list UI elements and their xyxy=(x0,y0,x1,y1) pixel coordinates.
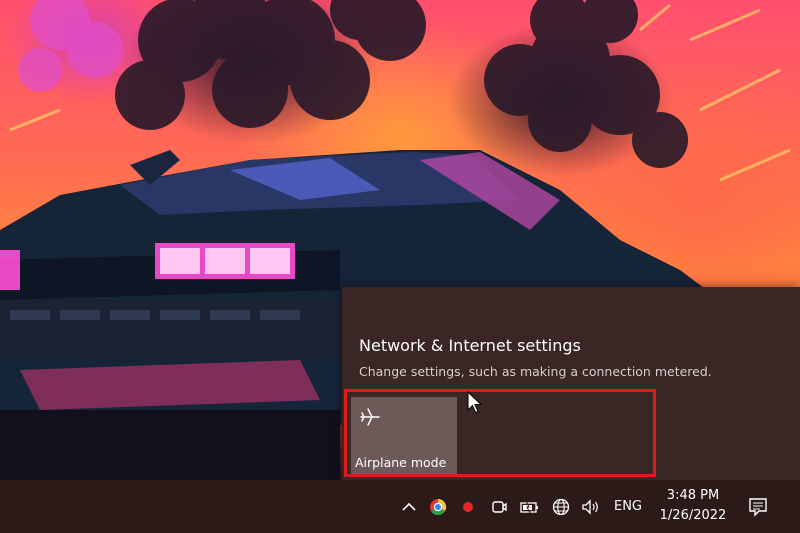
meet-now-icon xyxy=(492,500,507,513)
chrome-icon xyxy=(430,498,447,515)
clock-date: 1/26/2022 xyxy=(659,508,727,523)
show-hidden-icons-button[interactable] xyxy=(398,480,420,533)
notification-center-icon xyxy=(749,497,767,517)
input-language-button[interactable]: ENG xyxy=(608,480,648,533)
speaker-icon xyxy=(582,498,598,515)
battery-icon xyxy=(520,500,538,513)
browser-tray-button[interactable] xyxy=(427,480,449,533)
notification-center-button[interactable] xyxy=(744,480,772,533)
highlight-annotation-box xyxy=(344,389,656,477)
volume-button[interactable] xyxy=(580,480,602,533)
taskbar: ENG 3:48 PM 1/26/2022 xyxy=(0,480,800,533)
battery-button[interactable] xyxy=(518,480,542,533)
recording-tray-button[interactable] xyxy=(458,480,478,533)
record-icon xyxy=(463,501,473,512)
taskbar-clock[interactable]: 3:48 PM 1/26/2022 xyxy=(650,486,736,526)
network-internet-settings-link[interactable]: Network & Internet settings xyxy=(359,336,581,355)
clock-time: 3:48 PM xyxy=(666,488,720,503)
chevron-up-icon xyxy=(402,502,416,511)
mouse-cursor-icon xyxy=(467,391,483,414)
network-flyout: Network & Internet settings Change setti… xyxy=(342,287,800,480)
meet-now-button[interactable] xyxy=(488,480,510,533)
network-settings-description: Change settings, such as making a connec… xyxy=(359,364,712,379)
network-button[interactable] xyxy=(550,480,572,533)
network-globe-icon xyxy=(552,498,570,515)
